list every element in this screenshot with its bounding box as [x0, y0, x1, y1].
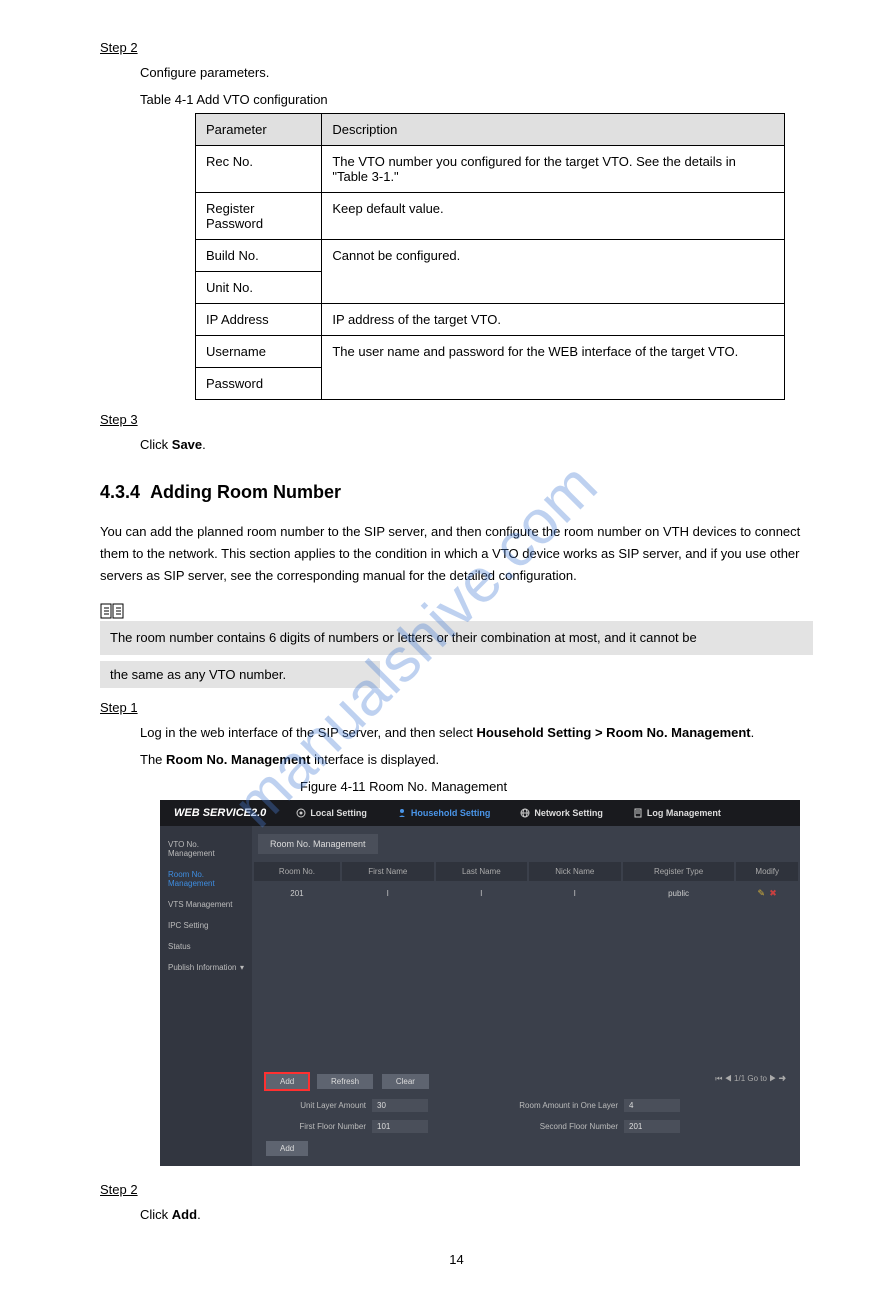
gear-icon	[296, 808, 306, 818]
second-floor-input[interactable]	[624, 1120, 680, 1133]
globe-icon	[520, 808, 530, 818]
document-icon	[633, 808, 643, 818]
step2-desc: Configure parameters.	[140, 65, 813, 80]
table-row: Build No. Cannot be configured.	[196, 240, 785, 272]
field-second-floor: Second Floor Number	[478, 1120, 680, 1133]
clear-button[interactable]: Clear	[382, 1074, 429, 1089]
figure-caption: Figure 4-11 Room No. Management	[300, 779, 813, 794]
th-nick-name: Nick Name	[529, 862, 621, 881]
field-first-floor: First Floor Number	[266, 1120, 428, 1133]
note-text-2: the same as any VTO number.	[100, 661, 380, 688]
sidebar-item-ipc[interactable]: IPC Setting	[166, 915, 246, 936]
nav-local-setting[interactable]: Local Setting	[296, 808, 367, 818]
step2-label: Step 2	[100, 40, 813, 55]
table-row: Username The user name and password for …	[196, 336, 785, 368]
step2b-label: Step 2	[100, 1182, 813, 1197]
section-body: You can add the planned room number to t…	[100, 521, 813, 587]
pager-next-icon[interactable]: ▶	[769, 1074, 776, 1083]
chevron-down-icon: ▾	[240, 963, 244, 972]
ss-sidebar: VTO No. Management Room No. Management V…	[160, 826, 252, 1166]
pager-prev-icon[interactable]: ◀	[725, 1074, 732, 1083]
step1-line2: The Room No. Management interface is dis…	[140, 752, 813, 767]
nav-household-setting[interactable]: Household Setting	[397, 808, 491, 818]
unit-layer-input[interactable]	[372, 1099, 428, 1112]
field-unit-layer: Unit Layer Amount	[266, 1099, 428, 1112]
note-text-1: The room number contains 6 digits of num…	[100, 621, 813, 655]
step1-line1: Log in the web interface of the SIP serv…	[140, 725, 813, 740]
tab-room-no[interactable]: Room No. Management	[258, 834, 378, 854]
th-room-no: Room No.	[254, 862, 340, 881]
th-first-name: First Name	[342, 862, 434, 881]
step1-label: Step 1	[100, 700, 813, 715]
room-amount-input[interactable]	[624, 1099, 680, 1112]
th-modify: Modify	[736, 862, 798, 881]
sidebar-item-publish[interactable]: Publish Information▾	[166, 957, 246, 978]
delete-icon[interactable]: ✖	[769, 888, 777, 898]
room-table: Room No. First Name Last Name Nick Name …	[252, 860, 800, 906]
first-floor-input[interactable]	[372, 1120, 428, 1133]
page-number: 14	[100, 1252, 813, 1267]
table-row: Register Password Keep default value.	[196, 193, 785, 240]
app-logo: WEB SERVICE2.0	[174, 807, 266, 819]
sidebar-item-room-no[interactable]: Room No. Management	[166, 864, 246, 894]
add-button-2[interactable]: Add	[266, 1141, 308, 1156]
pager-go-icon[interactable]: ➜	[779, 1074, 786, 1083]
ss-main: Room No. Management Room No. First Name …	[252, 826, 800, 1166]
th-description: Description	[322, 114, 785, 146]
params-table: Parameter Description Rec No. The VTO nu…	[195, 113, 785, 400]
pager-first-icon[interactable]: ⏮	[715, 1074, 722, 1083]
room-row: 201 l l l public ✎ ✖	[254, 883, 798, 904]
ss-bottom-bar: Add Refresh Clear ⏮ ◀ 1/1 Go to ▶ ➜ Unit…	[252, 1066, 800, 1164]
step3-label: Step 3	[100, 412, 813, 427]
field-room-amount: Room Amount in One Layer	[478, 1099, 680, 1112]
sidebar-item-vto-no[interactable]: VTO No. Management	[166, 834, 246, 864]
screenshot-figure: WEB SERVICE2.0 Local Setting Household S…	[160, 800, 800, 1166]
people-icon	[397, 808, 407, 818]
sidebar-item-vts[interactable]: VTS Management	[166, 894, 246, 915]
refresh-button[interactable]: Refresh	[317, 1074, 373, 1089]
ss-topbar: WEB SERVICE2.0 Local Setting Household S…	[160, 800, 800, 826]
edit-icon[interactable]: ✎	[758, 888, 766, 898]
nav-network-setting[interactable]: Network Setting	[520, 808, 603, 818]
step2b-desc: Click Add.	[140, 1207, 813, 1222]
nav-log-management[interactable]: Log Management	[633, 808, 721, 818]
add-button[interactable]: Add	[266, 1074, 308, 1089]
sidebar-item-status[interactable]: Status	[166, 936, 246, 957]
table-caption: Table 4-1 Add VTO configuration	[140, 92, 813, 107]
pager[interactable]: ⏮ ◀ 1/1 Go to ▶ ➜	[715, 1074, 786, 1084]
th-last-name: Last Name	[436, 862, 527, 881]
th-register-type: Register Type	[623, 862, 735, 881]
table-row: Rec No. The VTO number you configured fo…	[196, 146, 785, 193]
section-title: 4.3.4 Adding Room Number	[100, 482, 813, 503]
table-row: IP Address IP address of the target VTO.	[196, 304, 785, 336]
note-book-icon	[100, 601, 126, 621]
th-parameter: Parameter	[196, 114, 322, 146]
step3-desc: Click Save.	[140, 437, 813, 452]
